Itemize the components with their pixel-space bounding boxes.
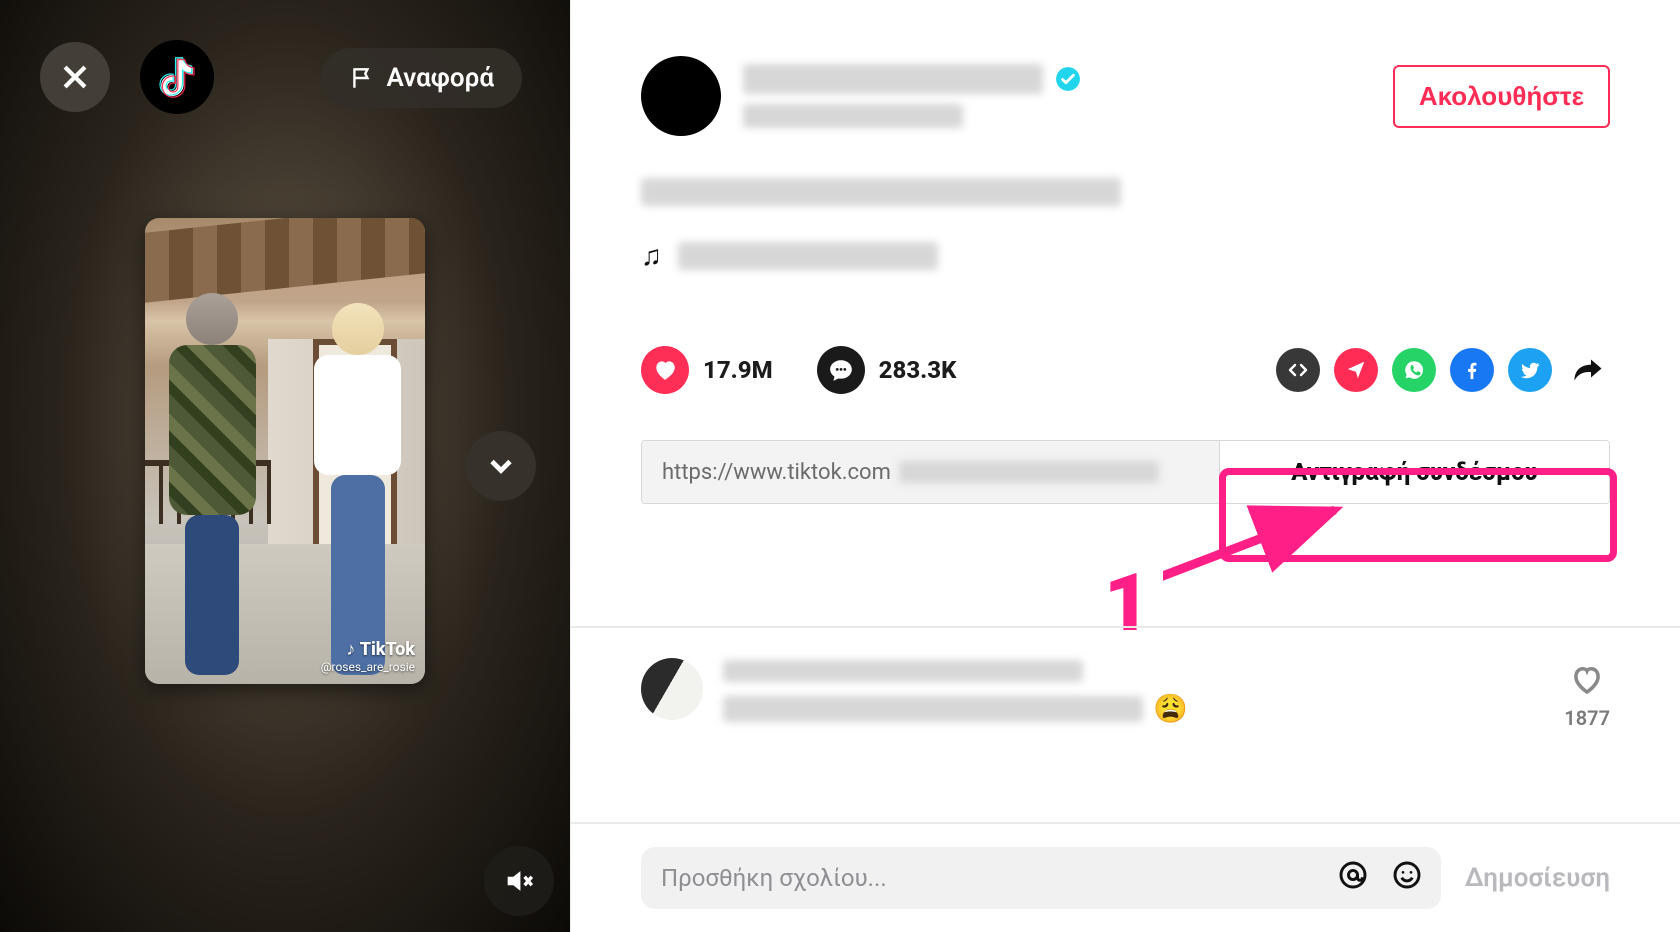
- comment-like-button[interactable]: [1564, 662, 1610, 702]
- comment-composer: Προσθήκη σχολίου... Δημοσίευση: [571, 822, 1680, 932]
- share-whatsapp-button[interactable]: [1392, 348, 1436, 392]
- comment-stat[interactable]: 283.3K: [817, 346, 957, 394]
- video-url-redacted: [899, 461, 1159, 483]
- comment-avatar[interactable]: [641, 658, 703, 720]
- comment-input[interactable]: Προσθήκη σχολίου...: [641, 847, 1441, 909]
- next-video-button[interactable]: [466, 431, 536, 501]
- comment-emoji: 😩: [1153, 692, 1188, 725]
- display-name-redacted: [743, 104, 963, 128]
- detail-pane: Ακολουθήστε ♫ 17.9M: [570, 0, 1680, 932]
- username-redacted: [743, 64, 1043, 94]
- mention-button[interactable]: [1337, 859, 1369, 897]
- share-send-button[interactable]: [1334, 348, 1378, 392]
- music-link[interactable]: ♫: [641, 239, 1610, 272]
- like-stat[interactable]: 17.9M: [641, 346, 773, 394]
- video-watermark-handle: @roses_are_rosie: [321, 660, 415, 674]
- share-facebook-button[interactable]: [1450, 348, 1494, 392]
- music-title-redacted: [678, 242, 938, 270]
- flag-icon: [349, 65, 375, 91]
- comment-username-redacted: [723, 660, 1083, 682]
- follow-button[interactable]: Ακολουθήστε: [1393, 65, 1610, 128]
- share-twitter-button[interactable]: [1508, 348, 1552, 392]
- share-icons: [1276, 348, 1610, 392]
- copy-link-button[interactable]: Αντιγραφή συνδέσμου: [1219, 441, 1609, 503]
- heart-outline-icon: [1569, 662, 1605, 698]
- verified-badge-icon: [1055, 66, 1081, 92]
- comments-section: 😩 1877: [571, 626, 1680, 822]
- video-thumbnail[interactable]: ♪ TikTok @roses_are_rosie: [145, 218, 425, 684]
- link-row: https://www.tiktok.com Αντιγραφή συνδέσμ…: [641, 440, 1610, 504]
- like-count: 17.9M: [703, 356, 773, 384]
- callout-arrow: [1139, 502, 1349, 592]
- at-icon: [1337, 859, 1369, 891]
- heart-icon: [641, 346, 689, 394]
- comment-count: 283.3K: [879, 356, 957, 384]
- video-url-text: https://www.tiktok.com: [662, 460, 891, 485]
- smile-icon: [1391, 859, 1423, 891]
- close-icon: [58, 60, 92, 94]
- comment-text-redacted: [723, 696, 1143, 722]
- post-comment-button[interactable]: Δημοσίευση: [1465, 863, 1610, 893]
- share-forward-button[interactable]: [1566, 348, 1610, 392]
- volume-mute-icon: [502, 864, 536, 898]
- share-arrow-icon: [1570, 352, 1606, 388]
- comment-like-count: 1877: [1564, 706, 1610, 730]
- figure-right: [302, 303, 414, 675]
- profile-header: Ακολουθήστε: [641, 56, 1610, 136]
- close-button[interactable]: [40, 42, 110, 112]
- comment-icon: [817, 346, 865, 394]
- comment-placeholder: Προσθήκη σχολίου...: [661, 864, 887, 892]
- caption: [641, 178, 1610, 213]
- report-button[interactable]: Αναφορά: [321, 48, 522, 108]
- chevron-down-icon: [483, 448, 519, 484]
- emoji-button[interactable]: [1391, 859, 1423, 897]
- mute-button[interactable]: [484, 846, 554, 916]
- tiktok-icon: [157, 55, 197, 99]
- music-note-icon: ♫: [641, 239, 662, 272]
- report-label: Αναφορά: [387, 63, 494, 93]
- figure-left: [156, 293, 268, 675]
- video-pane: Αναφορά ♪ TikTok @roses_are_rosie: [0, 0, 570, 932]
- video-watermark: ♪ TikTok: [321, 639, 415, 660]
- comment-item: 😩 1877: [641, 658, 1610, 725]
- tiktok-logo[interactable]: [140, 40, 214, 114]
- video-url[interactable]: https://www.tiktok.com: [642, 441, 1219, 503]
- avatar[interactable]: [641, 56, 721, 136]
- share-embed-button[interactable]: [1276, 348, 1320, 392]
